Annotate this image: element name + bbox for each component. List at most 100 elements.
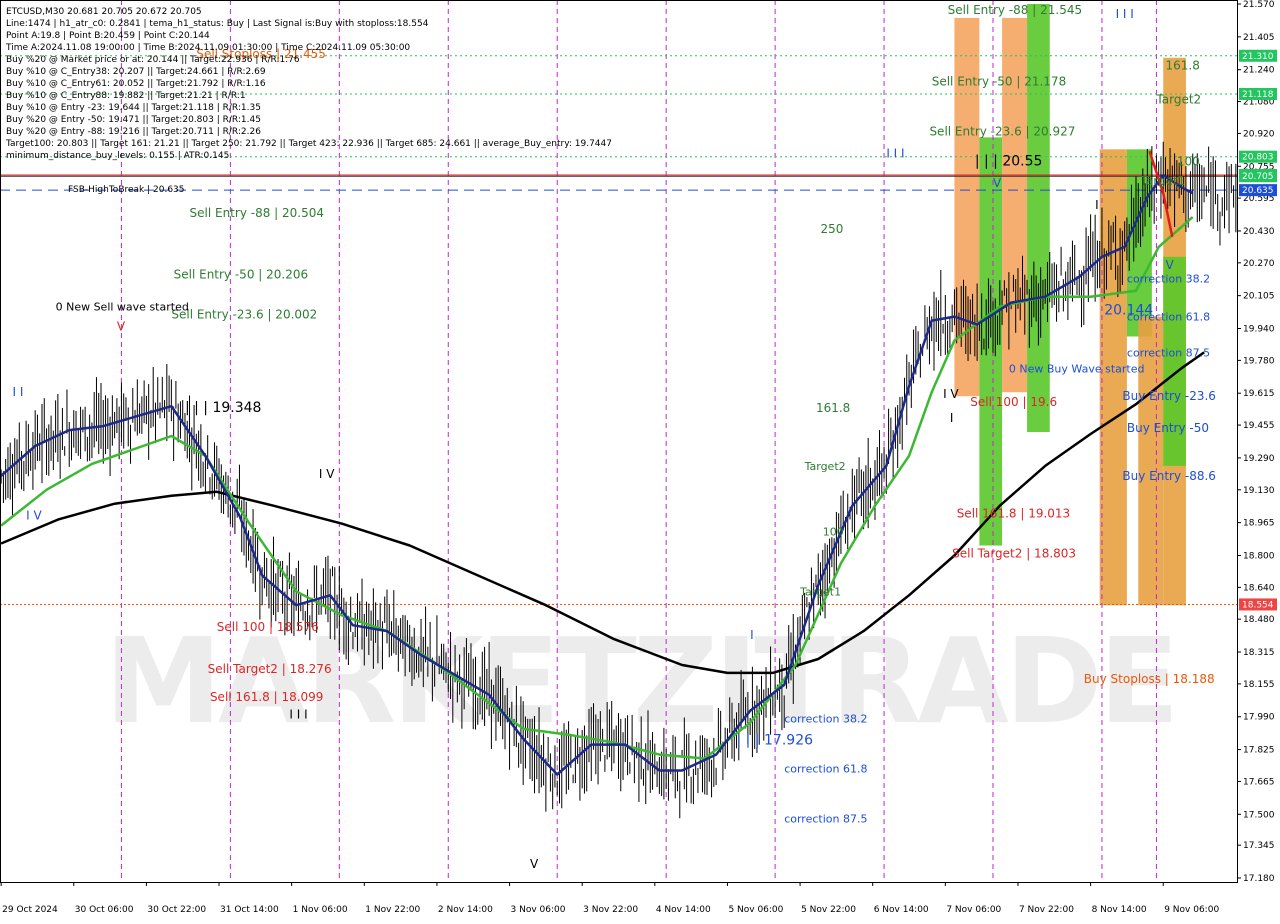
- chart-label: Sell Target2 | 18.276: [208, 662, 332, 676]
- chart-label: Target2: [1155, 93, 1201, 107]
- chart-label: Buy Entry -23.6: [1122, 389, 1216, 403]
- y-tick-label: 17.825: [1243, 746, 1275, 756]
- signal-zone: [979, 137, 1003, 546]
- y-tick-label: 21.405: [1243, 33, 1275, 43]
- chart-label: 100: [1177, 154, 1200, 168]
- y-tick-label: 18.640: [1243, 583, 1275, 593]
- chart-label: I: [750, 628, 754, 642]
- chart-label: Buy Entry -50: [1127, 421, 1209, 435]
- chart-label: 0 New Sell wave started: [56, 301, 189, 314]
- x-tick-label: 1 Nov 22:00: [365, 905, 420, 915]
- info-line: Target100: 20.803 || Target 161: 21.21 |…: [5, 139, 612, 149]
- y-tick-label: 17.180: [1243, 874, 1275, 884]
- x-tick-label: 6 Nov 14:00: [874, 905, 929, 915]
- y-tick-label: 19.455: [1243, 421, 1275, 431]
- chart-label: Sell 161.8 | 18.099: [210, 690, 323, 704]
- chart-label: Sell Entry -23.6 | 20.927: [929, 124, 1075, 138]
- y-axis: 21.57021.40521.24021.08020.92020.75520.5…: [1237, 0, 1275, 884]
- x-tick-label: 7 Nov 06:00: [946, 905, 1001, 915]
- info-line: Buy %20 @ Market price or at: 20.144 || …: [6, 55, 300, 65]
- chart-label: Sell 100 | 19.6: [970, 395, 1057, 409]
- y-tick-label: 18.965: [1243, 519, 1275, 529]
- chart-label: I I I: [289, 708, 307, 722]
- chart-svg: MARKETZITRADE Sell Entry -88 | 21.545Sel…: [0, 0, 1277, 915]
- chart-label: 250: [821, 222, 844, 236]
- y-tick-label: 18.480: [1243, 615, 1275, 625]
- chart-label: V: [530, 857, 539, 871]
- x-tick-label: 5 Nov 06:00: [728, 905, 783, 915]
- chart-label: Sell Entry -23.6 | 20.002: [171, 308, 317, 322]
- chart-label: Sell Entry -88 | 20.504: [190, 206, 324, 220]
- x-tick-label: 30 Oct 06:00: [75, 905, 134, 915]
- y-tick-label: 19.290: [1243, 454, 1275, 464]
- x-tick-label: 31 Oct 14:00: [220, 905, 279, 915]
- info-line: minimum_distance_buy_levels: 0.155 | ATR…: [6, 151, 229, 161]
- y-tick-label: 17.990: [1243, 713, 1275, 723]
- chart-label: Buy Entry -88.6: [1122, 469, 1216, 483]
- x-tick-label: 4 Nov 14:00: [656, 905, 711, 915]
- chart-label: I I: [12, 385, 23, 399]
- x-tick-label: 8 Nov 14:00: [1092, 905, 1147, 915]
- y-tick-label: 20.105: [1243, 292, 1275, 302]
- chart-label: Sell Target2 | 18.803: [952, 546, 1076, 560]
- price-tag-label: 20.803: [1242, 153, 1274, 163]
- info-line: Point A:19.8 | Point B:20.459 | Point C:…: [6, 31, 210, 41]
- info-line: Buy %10 @ C_Entry38: 20.207 || Target:24…: [6, 67, 266, 77]
- chart-label: Sell Entry -50 | 20.206: [174, 268, 308, 282]
- info-line: Buy %10 @ C_Entry61: 20.052 || Target:21…: [6, 79, 266, 89]
- x-tick-label: 5 Nov 22:00: [801, 905, 856, 915]
- price-tag-label: 20.705: [1242, 172, 1274, 182]
- chart-label: | | | 20.55: [975, 153, 1043, 169]
- chart-label: V: [1166, 258, 1175, 272]
- chart-label: Target2: [804, 460, 846, 473]
- info-line: Buy %10 @ C_Entry88: 19.882 || Target:21…: [6, 91, 246, 101]
- y-tick-label: 21.240: [1243, 66, 1275, 76]
- chart-label: correction 38.2: [784, 713, 867, 726]
- chart-label: | | | 17.926: [737, 733, 814, 749]
- chart-label: I I I: [886, 146, 904, 160]
- chart-label: I I I: [1116, 7, 1134, 21]
- chart-label: | | | 19.348: [185, 400, 262, 416]
- chart-label: Buy Stoploss | 18.188: [1084, 672, 1215, 686]
- chart-label: Target1: [799, 585, 841, 598]
- price-tag-label: 20.635: [1242, 186, 1274, 196]
- symbol-line: ETCUSD,M30 20.681 20.705 20.672 20.705: [6, 7, 202, 17]
- chart-label: correction 87.5: [1127, 346, 1210, 359]
- info-panel: ETCUSD,M30 20.681 20.705 20.672 20.705 L…: [5, 7, 612, 195]
- chart-label: V: [117, 320, 126, 334]
- y-tick-label: 17.345: [1243, 841, 1275, 851]
- y-tick-label: 20.430: [1243, 227, 1275, 237]
- chart-label: V: [993, 176, 1002, 190]
- chart-label: correction 38.2: [1127, 273, 1210, 286]
- chart-label: 161.8: [816, 401, 850, 415]
- chart-label: I: [950, 411, 954, 425]
- price-tag-label: 21.118: [1242, 90, 1274, 100]
- signal-zone: [1138, 316, 1164, 606]
- x-tick-label: 2 Nov 14:00: [438, 905, 493, 915]
- chart-label: 100: [823, 526, 844, 539]
- chart-label: Target1: [1140, 174, 1186, 188]
- y-tick-label: 20.270: [1243, 259, 1275, 269]
- x-tick-label: 30 Oct 22:00: [147, 905, 206, 915]
- chart-label: correction 61.8: [1127, 311, 1210, 324]
- chart-label: correction 61.8: [784, 762, 867, 775]
- x-tick-label: 7 Nov 22:00: [1019, 905, 1074, 915]
- x-tick-label: 29 Oct 2024: [2, 905, 58, 915]
- x-tick-label: 9 Nov 06:00: [1164, 905, 1219, 915]
- y-tick-label: 19.130: [1243, 486, 1275, 496]
- price-tag-label: 21.310: [1242, 52, 1274, 62]
- chart-label: Sell 161.8 | 19.013: [957, 507, 1071, 521]
- info-line: Time A:2024.11.08 19:00:00 | Time B:2024…: [5, 43, 410, 53]
- chart-label: 161.8: [1166, 59, 1200, 73]
- y-tick-label: 19.615: [1243, 389, 1275, 399]
- chart-label: 0 New Buy Wave started: [1009, 362, 1145, 375]
- x-axis: 29 Oct 2024 30 Oct 06:00 30 Oct 22:00 31 Oc…: [0, 882, 1219, 915]
- chart: MARKETZITRADE Sell Entry -88 | 21.545 Sel…: [0, 0, 1280, 920]
- y-tick-label: 21.570: [1243, 0, 1275, 10]
- chart-label: I V: [319, 467, 335, 481]
- chart-label: Sell Entry -50 | 21.178: [932, 75, 1066, 89]
- y-tick-label: 20.920: [1243, 129, 1275, 139]
- y-tick-label: 17.500: [1243, 810, 1275, 820]
- chart-label: Sell Entry -88 | 21.545: [948, 3, 1082, 17]
- y-tick-label: 19.940: [1243, 325, 1275, 335]
